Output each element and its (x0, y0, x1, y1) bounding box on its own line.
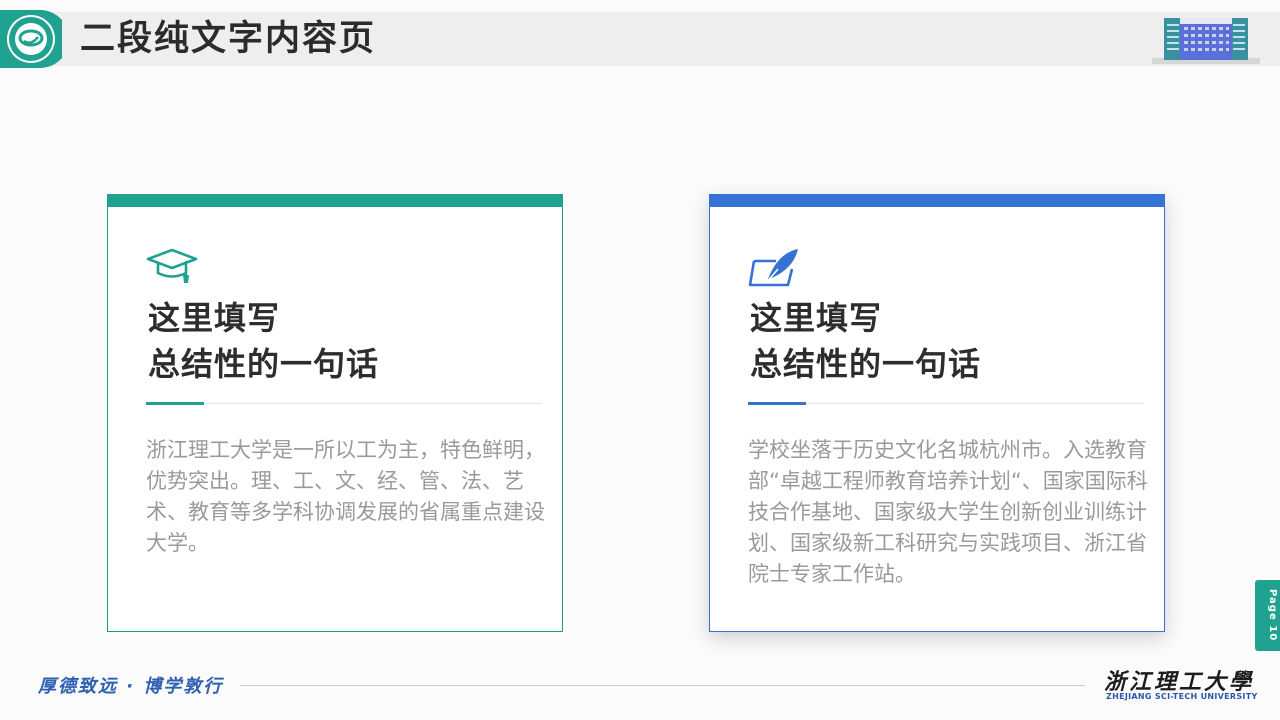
card-divider (146, 403, 542, 404)
card-accent-line (146, 402, 204, 405)
card-heading-line-2: 总结性的一句话 (148, 345, 380, 383)
card-heading-line-1: 这里填写 (750, 299, 883, 337)
building-illustration-icon (1150, 14, 1262, 66)
card-heading-line-2: 总结性的一句话 (750, 345, 982, 383)
card-top-bar (107, 194, 563, 207)
content-card-2: 这里填写 总结性的一句话 学校坐落于历史文化名城杭州市。入选教育部“卓越工程师教… (709, 194, 1165, 632)
card-divider (748, 403, 1144, 404)
card-top-bar (709, 194, 1165, 207)
content-card-1: 这里填写 总结性的一句话 浙江理工大学是一所以工为主，特色鲜明，优势突出。理、工… (107, 194, 563, 632)
university-name-en: ZHEJIANG SCI-TECH UNIVERSITY (1106, 692, 1258, 701)
card-heading: 这里填写 总结性的一句话 (148, 295, 379, 387)
card-body-text: 浙江理工大学是一所以工为主，特色鲜明，优势突出。理、工、文、经、管、法、艺术、教… (146, 438, 545, 555)
page-number-tab: Page 10 (1255, 580, 1280, 651)
footer-divider (240, 685, 1085, 686)
graduation-cap-icon (146, 247, 198, 287)
card-body-text: 学校坐落于历史文化名城杭州市。入选教育部“卓越工程师教育培养计划“、国家国际科技… (748, 438, 1148, 586)
card-accent-line (748, 402, 806, 405)
page-number-label: Page 10 (1267, 589, 1278, 642)
university-seal-icon (0, 10, 69, 68)
page-title: 二段纯文字内容页 (80, 19, 377, 59)
university-motto: 厚德致远 · 博学敦行 (38, 676, 224, 697)
card-heading-line-1: 这里填写 (148, 299, 281, 337)
card-heading: 这里填写 总结性的一句话 (750, 295, 981, 387)
feather-pen-icon (748, 247, 800, 287)
